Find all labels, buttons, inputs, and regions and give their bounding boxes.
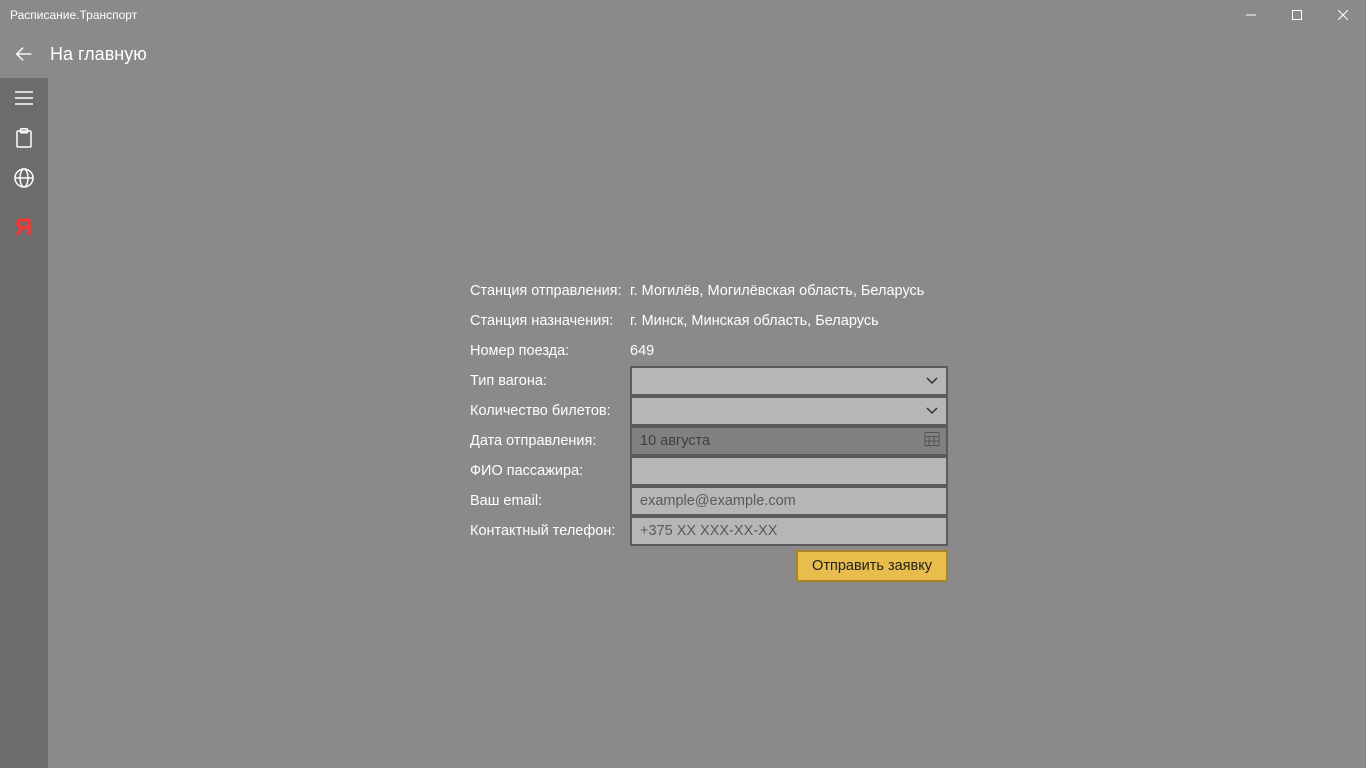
chevron-down-icon (926, 372, 938, 390)
main-content: Станция отправления: г. Могилёв, Могилёв… (48, 78, 1366, 768)
destination-station-value: г. Минск, Минская область, Беларусь (630, 313, 879, 329)
window-controls (1228, 0, 1366, 30)
email-label: Ваш email: (470, 493, 630, 509)
departure-date-value: 10 августа (640, 433, 710, 449)
phone-label: Контактный телефон: (470, 523, 630, 539)
train-number-value: 649 (630, 343, 654, 359)
destination-station-label: Станция назначения: (470, 313, 630, 329)
email-input[interactable] (630, 486, 948, 516)
page-header: На главную (0, 30, 1366, 78)
ticket-count-select[interactable] (630, 396, 948, 426)
wagon-type-select[interactable] (630, 366, 948, 396)
page-title: На главную (50, 44, 147, 65)
phone-input[interactable] (630, 516, 948, 546)
passenger-name-input[interactable] (630, 456, 948, 486)
ticket-count-label: Количество билетов: (470, 403, 630, 419)
yandex-icon[interactable]: Я (0, 208, 48, 248)
close-button[interactable] (1320, 0, 1366, 30)
departure-date-label: Дата отправления: (470, 433, 630, 449)
chevron-down-icon (926, 402, 938, 420)
calendar-icon (924, 431, 940, 452)
window-title: Расписание.Транспорт (10, 8, 137, 22)
sidebar: Я (0, 78, 48, 768)
globe-icon[interactable] (0, 158, 48, 198)
passenger-name-label: ФИО пассажира: (470, 463, 630, 479)
back-button[interactable] (12, 42, 36, 66)
hamburger-menu-button[interactable] (0, 78, 48, 118)
maximize-button[interactable] (1274, 0, 1320, 30)
departure-station-value: г. Могилёв, Могилёвская область, Беларус… (630, 283, 924, 299)
ticket-request-form: Станция отправления: г. Могилёв, Могилёв… (470, 276, 948, 582)
window-titlebar: Расписание.Транспорт (0, 0, 1366, 30)
clipboard-icon[interactable] (0, 118, 48, 158)
wagon-type-label: Тип вагона: (470, 373, 630, 389)
yandex-letter: Я (15, 214, 32, 242)
departure-station-label: Станция отправления: (470, 283, 630, 299)
departure-date-picker[interactable]: 10 августа (630, 426, 948, 456)
minimize-button[interactable] (1228, 0, 1274, 30)
submit-button[interactable]: Отправить заявку (796, 550, 948, 582)
train-number-label: Номер поезда: (470, 343, 630, 359)
